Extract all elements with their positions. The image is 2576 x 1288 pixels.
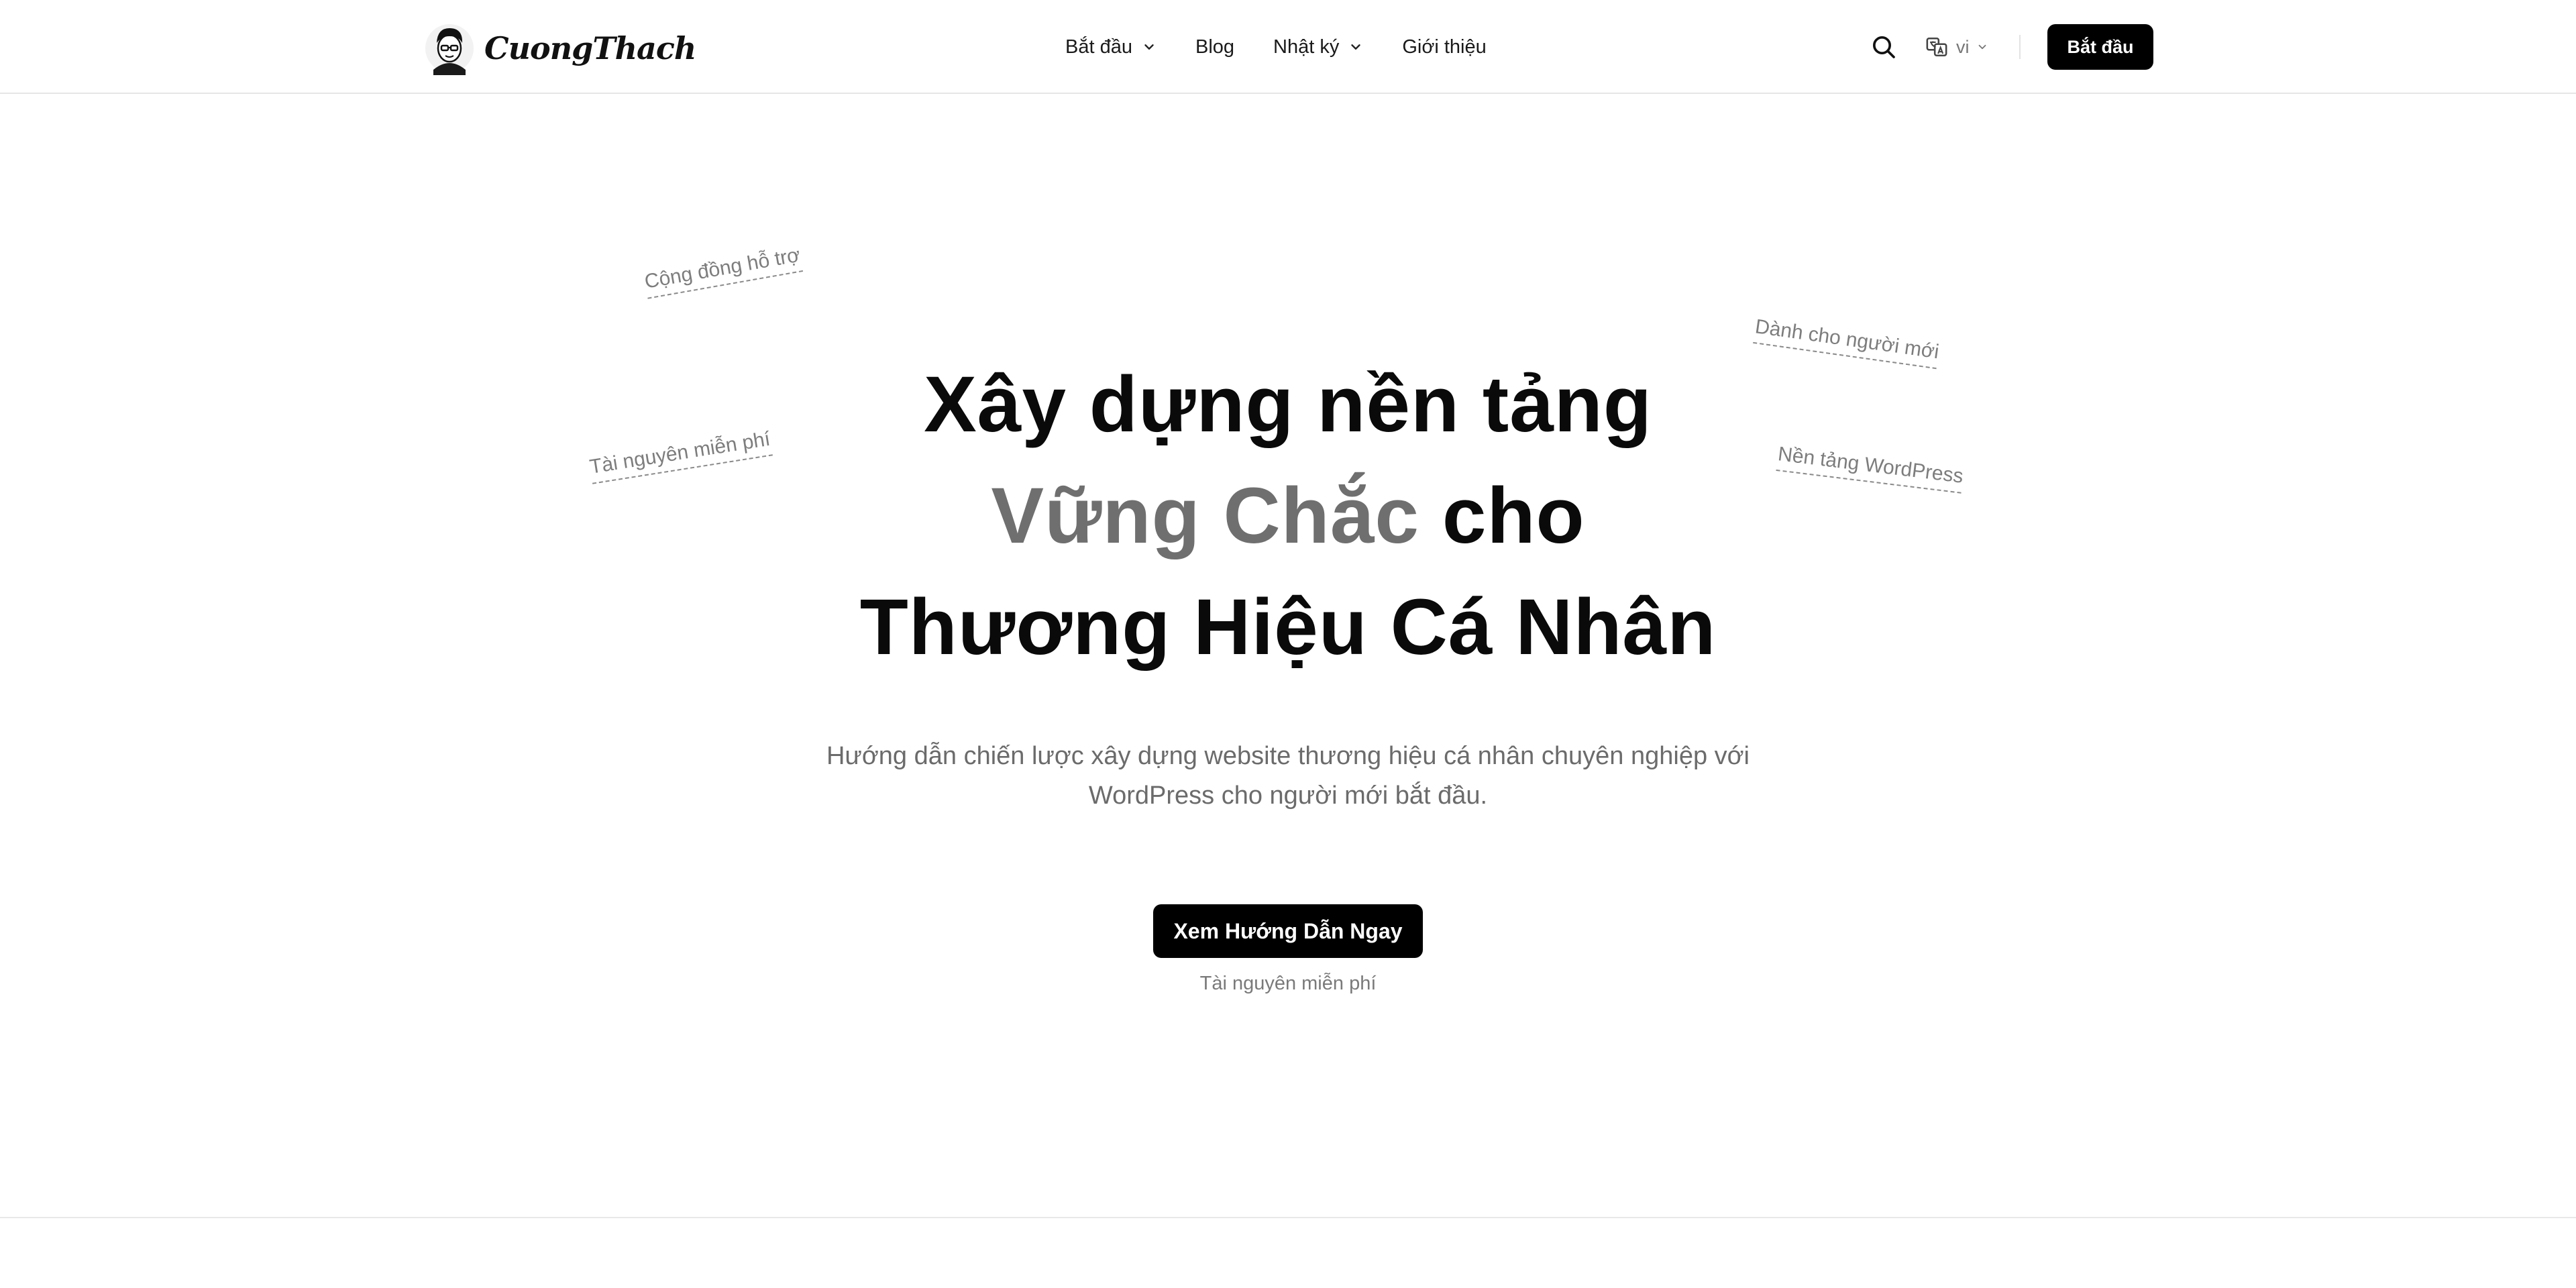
logo-text: CuongThach	[484, 30, 696, 66]
hero-note: Tài nguyên miễn phí	[1199, 973, 1377, 994]
site-logo[interactable]: CuongThach	[424, 20, 696, 76]
get-started-button[interactable]: Bắt đầu	[2047, 24, 2153, 70]
main-nav: Bắt đầu Blog Nhật ký Giới thiệu	[1065, 31, 1487, 63]
hero-title-line3: Thương Hiệu Cá Nhân	[859, 583, 1717, 672]
hero-title-highlight: Vững Chắc	[991, 472, 1420, 560]
section-divider	[0, 1217, 2576, 1218]
floating-tag: Cộng đồng hỗ trợ	[643, 244, 803, 299]
nav-item-label: Giới thiệu	[1402, 36, 1487, 58]
hero-title: Xây dựng nền tảng Vững Chắc cho Thương H…	[0, 349, 2576, 683]
language-value: vi	[1956, 36, 1970, 57]
header-divider	[2019, 35, 2021, 59]
avatar-icon	[425, 24, 474, 75]
language-selector[interactable]: vi	[1925, 34, 1988, 60]
search-icon	[1873, 36, 1895, 58]
nav-item-nhat-ky[interactable]: Nhật ký	[1273, 36, 1363, 58]
view-guide-button[interactable]: Xem Hướng Dẫn Ngay	[1153, 904, 1423, 958]
chevron-down-icon	[1978, 44, 1986, 50]
nav-item-label: Bắt đầu	[1065, 36, 1132, 58]
nav-item-gioi-thieu[interactable]: Giới thiệu	[1402, 36, 1486, 58]
hero-subtitle: Hướng dẫn chiến lược xây dựng website th…	[826, 742, 1750, 810]
site-header: CuongThach Bắt đầu Blog Nhật ký Giới thi…	[0, 0, 2576, 94]
hero-title-line1: Xây dựng nền tảng	[924, 360, 1652, 449]
chevron-down-icon	[1351, 44, 1361, 50]
nav-item-label: Nhật ký	[1273, 36, 1340, 58]
nav-item-blog[interactable]: Blog	[1195, 36, 1234, 58]
search-button[interactable]	[1870, 34, 1897, 60]
hero-title-line2-rest: cho	[1442, 472, 1585, 560]
chevron-down-icon	[1144, 44, 1154, 50]
nav-item-label: Blog	[1195, 36, 1235, 58]
nav-item-bat-dau[interactable]: Bắt đầu	[1065, 36, 1157, 58]
translate-icon	[1926, 37, 1947, 57]
